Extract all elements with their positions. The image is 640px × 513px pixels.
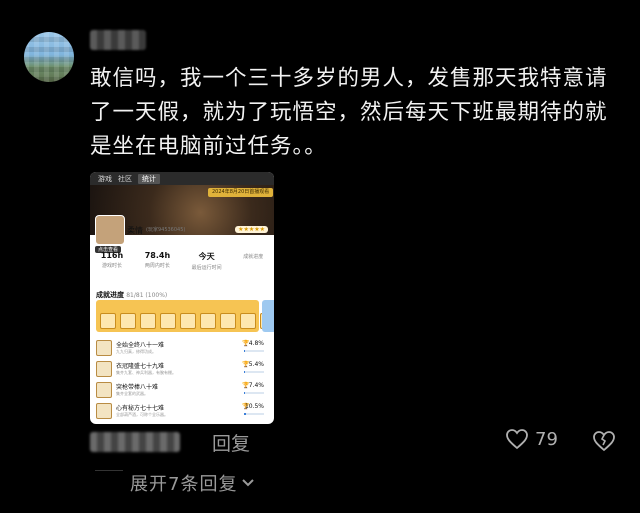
achievement-icon bbox=[96, 382, 112, 398]
achievement-icon bbox=[180, 313, 196, 329]
achievement-icon bbox=[96, 340, 112, 356]
stats-row: 116h 游戏时长 78.4h 两周内时长 今天 最后运行时间 成就进度 bbox=[90, 251, 274, 271]
stat-playtime: 116h 游戏时长 bbox=[100, 251, 124, 269]
achievement-icon bbox=[96, 361, 112, 377]
achievement-icon bbox=[120, 313, 136, 329]
achievement-detail: 全部葫芦酒，可称个全乐器。 bbox=[116, 412, 168, 417]
achievement-bar bbox=[244, 371, 246, 373]
progress-title: 成就进度 81/81 (100%) bbox=[96, 291, 168, 299]
achievement-row: 突枪带棒八十难 集齐全套的武器。 🏆 7.4% bbox=[96, 380, 268, 401]
achievement-name: 心有秘方七十七难 bbox=[116, 405, 165, 412]
reply-button[interactable]: 回复 bbox=[212, 429, 250, 456]
achievement-list: 全始全终八十一难 九九归真，修得功成。 🏆 4.8% 衣冠隆盛七十九难 集齐九套… bbox=[96, 338, 268, 422]
commenter-username-blurred[interactable] bbox=[90, 30, 146, 50]
expand-divider bbox=[95, 470, 123, 471]
stat-two-week: 78.4h 两周内时长 bbox=[144, 251, 171, 269]
achievement-row: 衣冠隆盛七十九难 集齐九套、神兵利器，有腕有棚。 🏆 5.4% bbox=[96, 359, 268, 380]
date-badge: 2024年8月20日首播观看 bbox=[208, 188, 274, 197]
achievement-icon bbox=[160, 313, 176, 329]
heart-icon bbox=[506, 429, 528, 450]
achievement-icon bbox=[96, 403, 112, 419]
achievement-name: 全始全终八十一难 bbox=[116, 342, 165, 349]
achievement-icon bbox=[140, 313, 156, 329]
achievement-detail: 集齐全套的武器。 bbox=[116, 391, 148, 396]
achievement-icon bbox=[200, 313, 216, 329]
achievement-strip-next bbox=[262, 300, 274, 332]
comment-text: 敢信吗，我一个三十多岁的男人，发售那天我特意请了一天假，就为了玩悟空，然后每天下… bbox=[90, 66, 608, 159]
profile-name: 柔情 bbox=[127, 226, 143, 235]
achievement-percent: 7.4% bbox=[248, 382, 264, 389]
achievement-row: 全始全终八十一难 九九归真，修得功成。 🏆 4.8% bbox=[96, 338, 268, 359]
achievement-detail: 九九归真，修得功成。 bbox=[116, 349, 156, 354]
achievement-name: 突枪带棒八十难 bbox=[116, 384, 159, 391]
achievement-icon bbox=[220, 313, 236, 329]
achievement-percent: 4.8% bbox=[248, 340, 264, 347]
dislike-button[interactable] bbox=[592, 430, 616, 456]
tab-game: 游戏 bbox=[98, 174, 112, 183]
comment-meta-blurred bbox=[90, 432, 180, 452]
achievement-percent: 10.5% bbox=[244, 403, 264, 410]
stat-last-run: 今天 最后运行时间 bbox=[191, 252, 222, 271]
achievement-row: 心有秘方七十七难 全部葫芦酒，可称个全乐器。 🏆 10.5% bbox=[96, 401, 268, 422]
like-count: 79 bbox=[535, 428, 558, 450]
achievement-icon bbox=[240, 313, 256, 329]
achievement-bar bbox=[244, 350, 245, 352]
achievement-name: 衣冠隆盛七十九难 bbox=[116, 363, 165, 370]
app-tab-bar: 游戏 社区 统计 bbox=[90, 172, 274, 185]
profile-avatar bbox=[95, 215, 125, 245]
stat-achievement: 成就进度 bbox=[243, 254, 264, 260]
achievement-detail: 集齐九套、神兵利器，有腕有棚。 bbox=[116, 370, 176, 375]
broken-heart-icon bbox=[593, 431, 615, 452]
achievement-icon bbox=[100, 313, 116, 329]
like-button[interactable]: 79 bbox=[505, 428, 558, 450]
tab-stats: 统计 bbox=[138, 173, 160, 184]
chevron-down-icon bbox=[242, 479, 255, 487]
expand-replies-button[interactable]: 展开7条回复 bbox=[130, 470, 255, 496]
profile-id: (玩家94536045) bbox=[146, 227, 186, 233]
expand-replies-label: 展开7条回复 bbox=[130, 474, 238, 495]
attached-image[interactable]: 游戏 社区 统计 2024年8月20日首播观看 柔情 (玩家94536045) … bbox=[90, 172, 274, 424]
achievement-percent: 5.4% bbox=[248, 361, 264, 368]
achievement-bar bbox=[244, 392, 246, 394]
profile-rating: ★★★★★ bbox=[235, 226, 268, 233]
commenter-avatar[interactable] bbox=[24, 32, 74, 82]
tab-community: 社区 bbox=[118, 174, 132, 183]
achievement-strip bbox=[96, 300, 274, 332]
profile-card: 柔情 (玩家94536045) ★★★★★ 点击查看 116h 游戏时长 78.4… bbox=[90, 215, 274, 295]
achievement-bar bbox=[244, 413, 247, 415]
